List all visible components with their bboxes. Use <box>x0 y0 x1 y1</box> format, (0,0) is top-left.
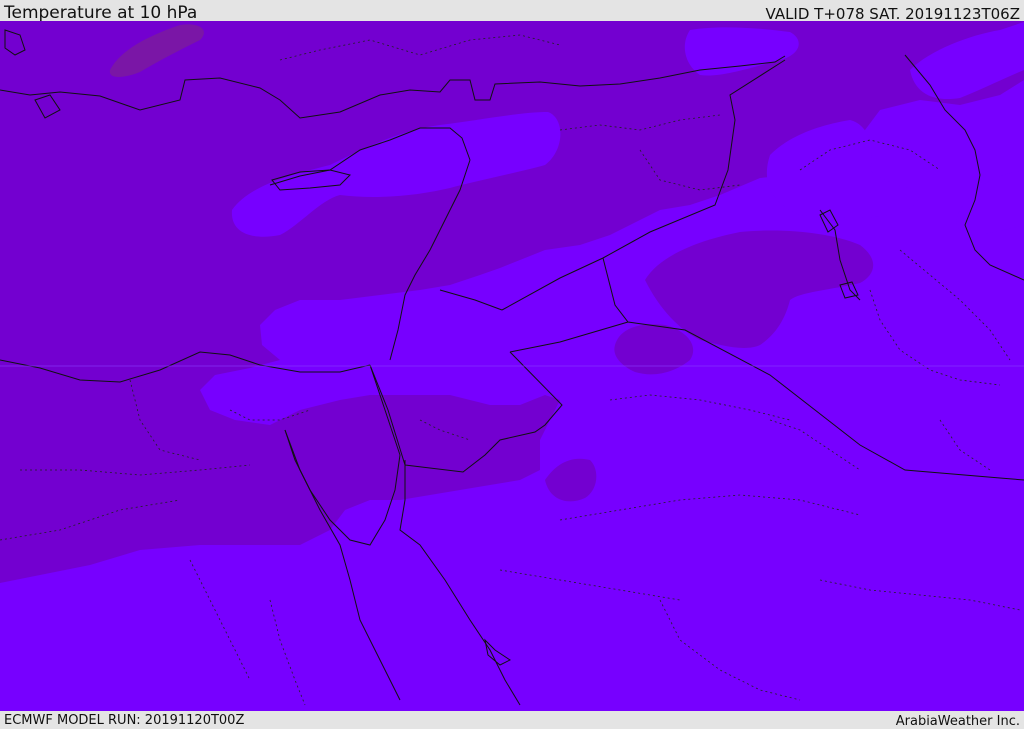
model-run-label: ECMWF MODEL RUN: 20191120T00Z <box>4 713 245 728</box>
credit-label: ArabiaWeather Inc. <box>895 714 1020 729</box>
temperature-map <box>0 21 1024 711</box>
header-bar: Temperature at 10 hPa VALID T+078 SAT. 2… <box>0 0 1024 23</box>
weather-map-frame: Temperature at 10 hPa VALID T+078 SAT. 2… <box>0 0 1024 729</box>
map-title: Temperature at 10 hPa <box>4 3 198 23</box>
footer-bar: ECMWF MODEL RUN: 20191120T00Z ArabiaWeat… <box>0 711 1024 729</box>
map-canvas <box>0 21 1024 711</box>
